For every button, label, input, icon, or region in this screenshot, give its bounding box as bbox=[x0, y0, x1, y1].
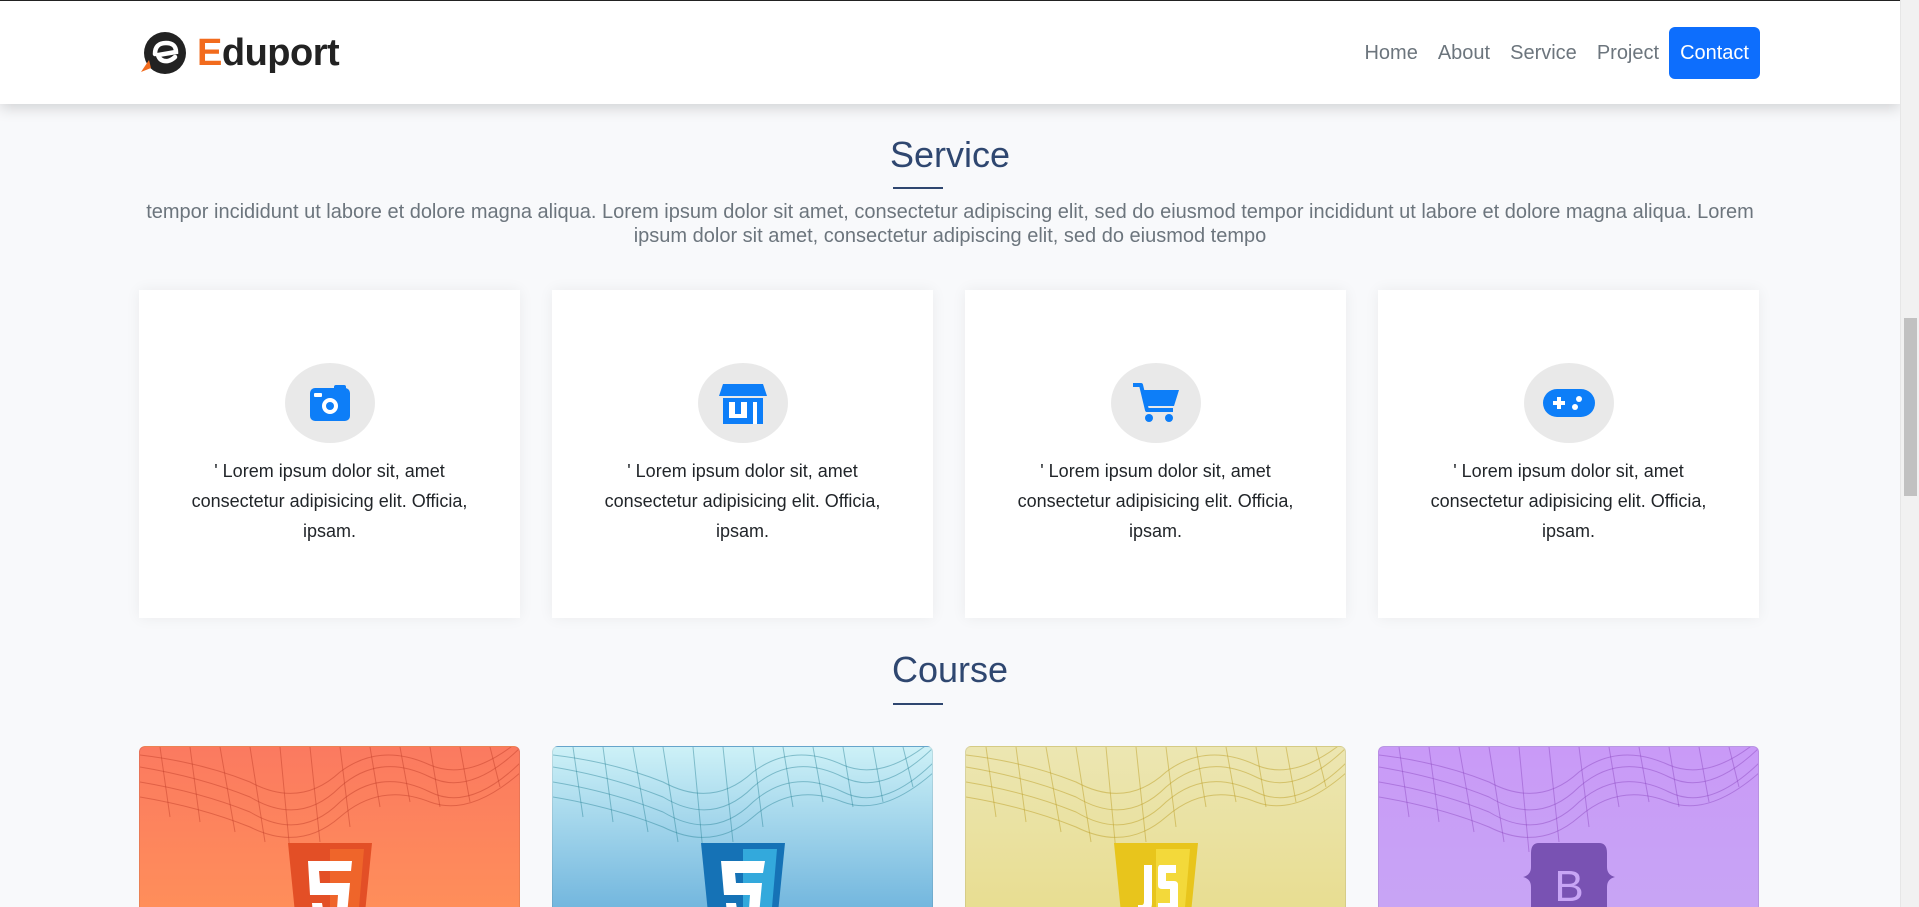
page-viewport: Eduport Home About Service Project Conta… bbox=[0, 0, 1900, 907]
service-description: tempor incididunt ut labore et dolore ma… bbox=[146, 201, 1754, 247]
service-card: ' Lorem ipsum dolor sit, amet consectetu… bbox=[965, 290, 1346, 618]
nav-service[interactable]: Service bbox=[1510, 42, 1577, 65]
wave-mesh-decoration bbox=[966, 747, 1345, 853]
javascript-logo-icon bbox=[1113, 843, 1198, 907]
service-icon-circle bbox=[284, 363, 375, 443]
camera-icon bbox=[309, 385, 350, 421]
service-card: ' Lorem ipsum dolor sit, amet consectetu… bbox=[552, 290, 933, 618]
service-card-text: ' Lorem ipsum dolor sit, amet consectetu… bbox=[1430, 461, 1707, 541]
brand-name-rest: duport bbox=[221, 31, 340, 74]
brand[interactable]: Eduport bbox=[139, 29, 340, 77]
bootstrap-glyph: B bbox=[1554, 862, 1583, 907]
course-title: Course bbox=[891, 649, 1009, 690]
service-title-rule bbox=[893, 187, 943, 189]
service-card-text: ' Lorem ipsum dolor sit, amet consectetu… bbox=[191, 461, 468, 541]
service-card-text: ' Lorem ipsum dolor sit, amet consectetu… bbox=[604, 461, 881, 541]
css3-logo-icon bbox=[700, 843, 785, 907]
service-card: ' Lorem ipsum dolor sit, amet consectetu… bbox=[139, 290, 520, 618]
navbar: Eduport Home About Service Project Conta… bbox=[0, 0, 1900, 104]
nav-home[interactable]: Home bbox=[1364, 42, 1417, 65]
course-title-rule bbox=[893, 703, 943, 705]
wave-mesh-decoration bbox=[1379, 747, 1758, 853]
service-title: Service bbox=[889, 134, 1011, 175]
course-card-css[interactable] bbox=[552, 746, 933, 907]
gamepad-icon bbox=[1542, 389, 1595, 417]
service-icon-circle bbox=[697, 363, 788, 443]
service-card: ' Lorem ipsum dolor sit, amet consectetu… bbox=[1378, 290, 1759, 618]
nav-about[interactable]: About bbox=[1438, 42, 1490, 65]
contact-button[interactable]: Contact bbox=[1669, 27, 1760, 79]
course-card-javascript[interactable] bbox=[965, 746, 1346, 907]
html5-logo-icon bbox=[287, 843, 372, 907]
course-card-html[interactable] bbox=[139, 746, 520, 907]
brand-accent-letter: E bbox=[197, 31, 222, 74]
service-icon-circle bbox=[1110, 363, 1201, 443]
course-card-bootstrap[interactable]: B bbox=[1378, 746, 1759, 907]
service-card-text: ' Lorem ipsum dolor sit, amet consectetu… bbox=[1017, 461, 1294, 541]
brand-logo-icon bbox=[141, 32, 186, 74]
cart-icon bbox=[1132, 383, 1179, 422]
wave-mesh-decoration bbox=[553, 747, 932, 853]
wave-mesh-decoration bbox=[140, 747, 519, 853]
nav-links: Home About Service Project Contact bbox=[1344, 27, 1760, 79]
scrollbar[interactable] bbox=[1900, 0, 1919, 907]
service-icon-circle bbox=[1523, 363, 1614, 443]
scrollbar-thumb[interactable] bbox=[1904, 318, 1917, 496]
shop-icon bbox=[718, 384, 767, 424]
nav-project[interactable]: Project bbox=[1597, 42, 1659, 65]
bootstrap-logo-icon: B bbox=[1522, 843, 1615, 907]
brand-name: Eduport bbox=[197, 31, 340, 75]
